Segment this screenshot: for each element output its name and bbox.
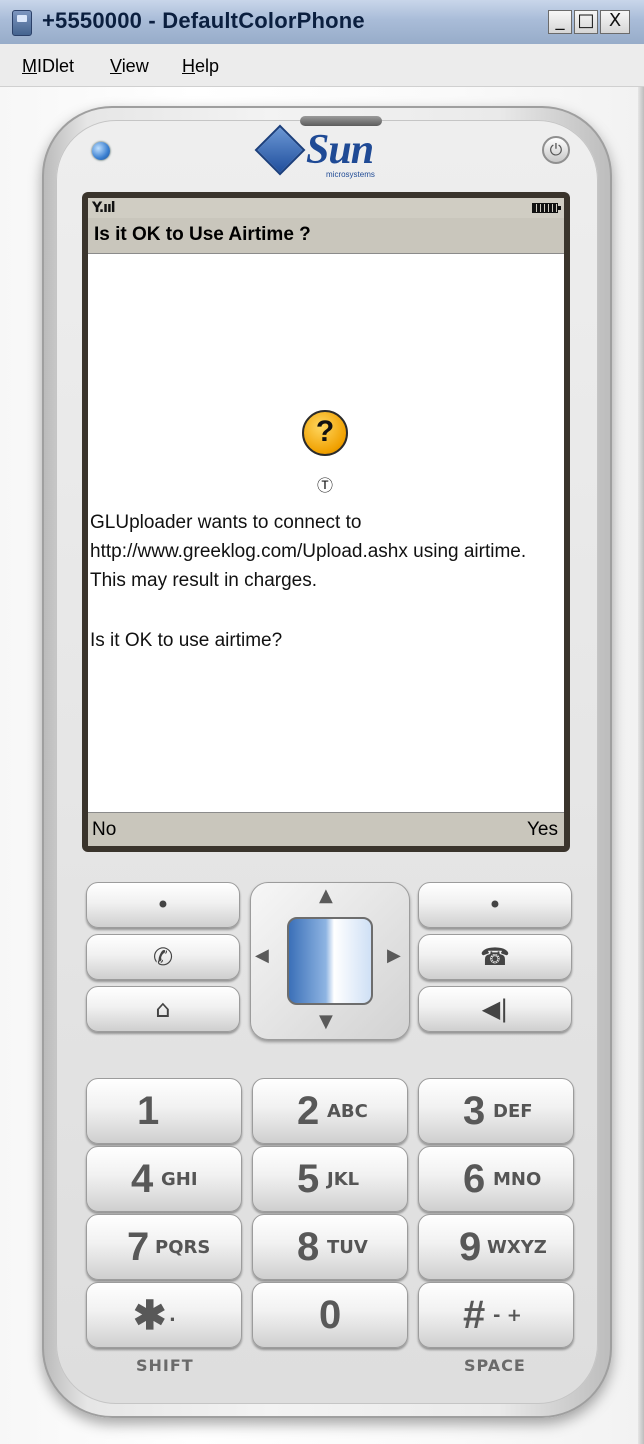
key-0[interactable]: 0 xyxy=(252,1282,408,1348)
call-button[interactable]: ✆ xyxy=(86,934,240,980)
maximize-button[interactable]: □ xyxy=(574,10,598,34)
status-row: Y.ııl xyxy=(88,198,564,218)
right-softkey-button[interactable]: • xyxy=(418,882,572,928)
key-digit: 6 xyxy=(463,1157,486,1201)
key-letters: . xyxy=(169,1305,176,1326)
key-digit: 1 xyxy=(137,1089,160,1133)
minimize-button[interactable]: _ xyxy=(548,10,572,34)
key-letters: ABC xyxy=(327,1101,368,1122)
key-letters: JKL xyxy=(327,1169,360,1190)
home-icon: ⌂ xyxy=(155,995,171,1023)
end-call-button[interactable]: ☎ xyxy=(418,934,572,980)
key-letters: - + xyxy=(493,1305,522,1326)
key-1[interactable]: 1 xyxy=(86,1078,242,1144)
left-softkey-button[interactable]: • xyxy=(86,882,240,928)
dot-icon: • xyxy=(155,891,171,919)
key-7[interactable]: 7 PQRS xyxy=(86,1214,242,1280)
key-5[interactable]: 5 JKL xyxy=(252,1146,408,1212)
key-letters: MNO xyxy=(493,1169,542,1190)
phone-screen: Y.ııl Is it OK to Use Airtime ? ? Ⓣ GLUp… xyxy=(88,198,564,846)
key-digit: 3 xyxy=(463,1089,486,1133)
softkey-bar: No Yes xyxy=(88,812,564,846)
key-letters: GHI xyxy=(161,1169,198,1190)
key-hash[interactable]: # - + xyxy=(418,1282,574,1348)
permission-question: Is it OK to use airtime? xyxy=(90,630,283,651)
call-icon: ✆ xyxy=(152,943,174,971)
key-digit: ✱ xyxy=(133,1294,167,1338)
menu-view[interactable]: View xyxy=(110,56,149,77)
menu-help[interactable]: Help xyxy=(182,56,219,77)
window-frame-edge xyxy=(638,87,644,1444)
dpad-left-arrow-icon[interactable]: ◀ xyxy=(255,945,269,966)
permission-message: GLUploader wants to connect to http://ww… xyxy=(90,512,527,591)
screen-title: Is it OK to Use Airtime ? xyxy=(88,218,564,254)
key-9[interactable]: 9 WXYZ xyxy=(418,1214,574,1280)
key-3[interactable]: 3 DEF xyxy=(418,1078,574,1144)
key-digit: 0 xyxy=(319,1293,342,1337)
softkey-yes[interactable]: Yes xyxy=(527,819,558,841)
sun-logo-icon xyxy=(254,124,306,176)
menu-midlet[interactable]: MIDlet xyxy=(22,56,74,77)
signal-strength-icon: Y.ııl xyxy=(92,200,116,216)
key-8[interactable]: 8 TUV xyxy=(252,1214,408,1280)
battery-icon xyxy=(532,203,561,213)
softkey-no[interactable]: No xyxy=(92,819,116,841)
trust-icon: Ⓣ xyxy=(316,476,333,495)
shift-label: SHIFT xyxy=(136,1356,194,1375)
dpad-down-arrow-icon[interactable]: ▼ xyxy=(319,1011,333,1032)
clear-button[interactable]: ◀| xyxy=(418,986,572,1032)
navigation-dpad[interactable]: ▲ ▼ ◀ ▶ xyxy=(250,882,410,1040)
key-digit: 2 xyxy=(297,1089,320,1133)
window-titlebar[interactable]: +5550000 - DefaultColorPhone _ □ X xyxy=(0,0,644,45)
dpad-up-arrow-icon[interactable]: ▲ xyxy=(319,885,333,906)
home-button[interactable]: ⌂ xyxy=(86,986,240,1032)
key-star[interactable]: ✱ . xyxy=(86,1282,242,1348)
key-4[interactable]: 4 GHI xyxy=(86,1146,242,1212)
window-title: +5550000 - DefaultColorPhone xyxy=(42,8,365,33)
space-label: SPACE xyxy=(464,1356,526,1375)
power-button[interactable]: ⏻ xyxy=(542,136,570,164)
question-alert-icon: ? xyxy=(302,410,348,456)
key-digit: 8 xyxy=(297,1225,320,1269)
key-letters: DEF xyxy=(493,1101,533,1122)
key-letters: WXYZ xyxy=(487,1237,547,1258)
sun-logo-subtext: microsystems xyxy=(326,170,375,179)
dpad-right-arrow-icon[interactable]: ▶ xyxy=(387,945,401,966)
phone-app-icon xyxy=(12,10,32,36)
key-6[interactable]: 6 MNO xyxy=(418,1146,574,1212)
status-led-icon xyxy=(92,142,110,160)
sun-logo: Sun microsystems xyxy=(254,124,392,182)
key-digit: 4 xyxy=(131,1157,154,1201)
key-letters: PQRS xyxy=(155,1237,211,1258)
select-button[interactable] xyxy=(287,917,373,1005)
phone-body: ⏻ Sun microsystems Y.ııl Is it OK to Use… xyxy=(42,106,612,1418)
key-digit: 9 xyxy=(459,1225,482,1269)
key-digit: 5 xyxy=(297,1157,320,1201)
sun-logo-text: Sun xyxy=(306,127,374,173)
menu-bar: MIDlet View Help xyxy=(0,44,644,87)
dot-icon: • xyxy=(487,891,503,919)
key-letters: TUV xyxy=(327,1237,368,1258)
key-2[interactable]: 2 ABC xyxy=(252,1078,408,1144)
close-button[interactable]: X xyxy=(600,10,630,34)
key-digit: # xyxy=(463,1293,486,1337)
earpiece-speaker xyxy=(300,116,382,126)
clear-icon: ◀| xyxy=(481,995,509,1023)
key-digit: 7 xyxy=(127,1225,150,1269)
end-call-icon: ☎ xyxy=(480,943,510,971)
